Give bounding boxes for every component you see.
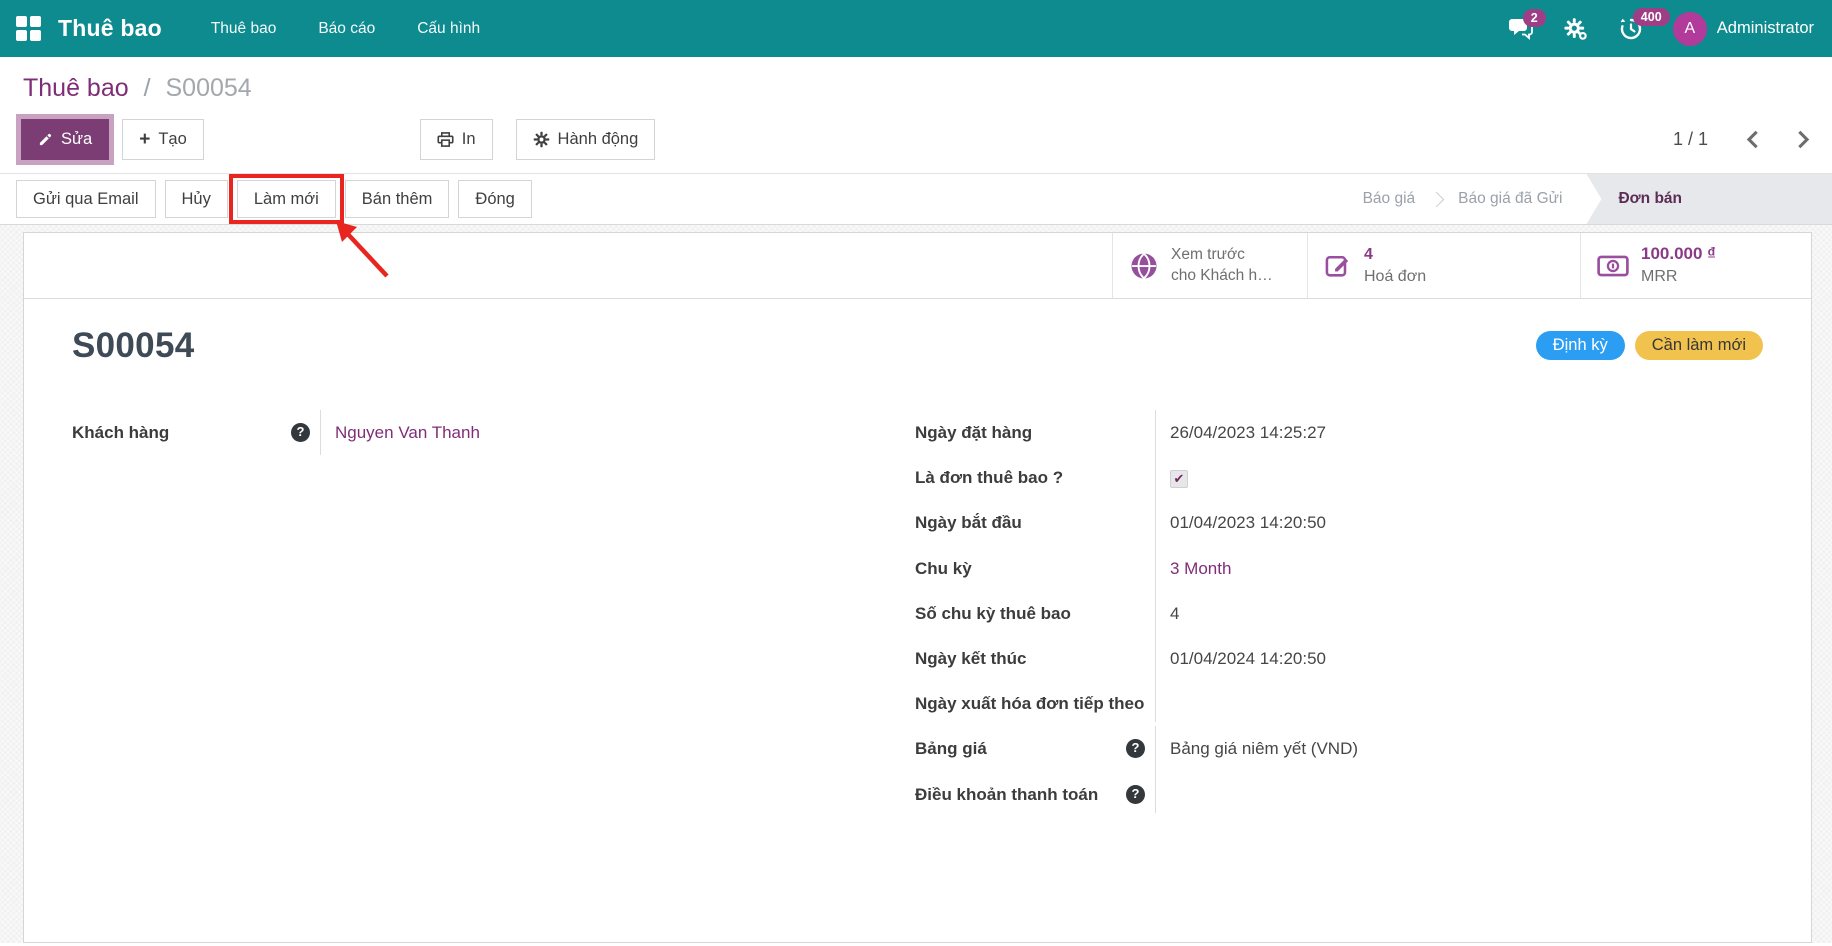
messages-icon[interactable]: 2: [1509, 18, 1533, 40]
action-menu-button[interactable]: Hành động: [516, 119, 656, 160]
pager-next-icon[interactable]: [1797, 130, 1810, 149]
send-email-button[interactable]: Gửi qua Email: [16, 180, 156, 218]
app-brand[interactable]: Thuê bao: [58, 15, 162, 42]
renew-button[interactable]: Làm mới: [237, 180, 336, 218]
status-step-quotation[interactable]: Báo giá: [1347, 174, 1432, 224]
field-row-cycle-count: Số chu kỳ thuê bao 4: [915, 591, 1763, 636]
activities-count-badge: 400: [1633, 8, 1670, 26]
apps-grid-icon[interactable]: [16, 16, 42, 42]
menu-bao-cao[interactable]: Báo cáo: [297, 0, 396, 57]
field-label: Ngày đặt hàng: [915, 419, 1032, 446]
field-value: [1155, 772, 1763, 813]
field-label: Bảng giá: [915, 735, 987, 762]
close-button[interactable]: Đóng: [458, 180, 531, 218]
status-button-bar: Gửi qua Email Hủy Làm mới Bán thêm Đóng …: [0, 173, 1832, 225]
form-sheet: Xem trước cho Khách h… 4 Hoá đơn: [23, 232, 1812, 943]
statusbar: Báo giá Báo giá đã Gửi Đơn bán: [1347, 174, 1832, 224]
edit-button[interactable]: Sửa: [21, 119, 109, 160]
field-value: 4: [1155, 591, 1763, 636]
field-value[interactable]: 3 Month: [1155, 546, 1763, 591]
invoice-count: 4: [1364, 244, 1426, 266]
field-row-start-date: Ngày bắt đầu 01/04/2023 14:20:50: [915, 500, 1763, 545]
pencil-icon: [38, 132, 53, 147]
field-row-next-invoice-date: Ngày xuất hóa đơn tiếp theo: [915, 681, 1763, 726]
avatar: A: [1673, 12, 1707, 46]
field-value: 26/04/2023 14:25:27: [1155, 410, 1763, 455]
field-label: Chu kỳ: [915, 555, 972, 582]
action-gear-icon: [533, 131, 550, 148]
field-label: Số chu kỳ thuê bao: [915, 600, 1071, 627]
help-icon[interactable]: ?: [1126, 785, 1145, 804]
pager: 1 / 1: [1673, 129, 1810, 150]
field-label-customer: Khách hàng: [72, 419, 169, 446]
check-icon: ✔: [1174, 472, 1185, 485]
field-value: Bảng giá niêm yết (VND): [1155, 726, 1763, 771]
control-panel: Sửa + Tạo In Hành động 1 / 1: [0, 111, 1832, 173]
help-icon[interactable]: ?: [291, 423, 310, 442]
status-step-sales-order[interactable]: Đơn bán: [1586, 174, 1832, 224]
mrr-amount: 100.000 ₫: [1641, 243, 1716, 266]
record-tags: Định kỳ Cần làm mới: [1536, 331, 1763, 360]
breadcrumb-current: S00054: [166, 74, 252, 102]
customer-preview-stat-button[interactable]: Xem trước cho Khách h…: [1112, 233, 1307, 298]
field-label: Ngày bắt đầu: [915, 509, 1022, 536]
content-background: Xem trước cho Khách h… 4 Hoá đơn: [0, 225, 1832, 943]
settings-gears-icon[interactable]: [1563, 17, 1589, 41]
status-step-quotation-sent[interactable]: Báo giá đã Gửi: [1442, 174, 1578, 224]
breadcrumb-separator: /: [144, 74, 151, 102]
stat-button-row: Xem trước cho Khách h… 4 Hoá đơn: [24, 233, 1811, 299]
field-value: [1155, 681, 1763, 722]
main-menu: Thuê bao Báo cáo Cấu hình: [190, 0, 501, 57]
field-label: Ngày kết thúc: [915, 645, 1026, 672]
messages-count-badge: 2: [1523, 9, 1546, 27]
tag-to-renew: Cần làm mới: [1635, 331, 1763, 360]
print-button[interactable]: In: [420, 119, 493, 160]
field-row-end-date: Ngày kết thúc 01/04/2024 14:20:50: [915, 636, 1763, 681]
field-label: Là đơn thuê bao ?: [915, 464, 1063, 491]
field-value: 01/04/2024 14:20:50: [1155, 636, 1763, 681]
field-value: 01/04/2023 14:20:50: [1155, 500, 1763, 545]
field-row-customer: Khách hàng ? Nguyen Van Thanh: [72, 410, 915, 455]
field-row-is-subscription: Là đơn thuê bao ? ✔: [915, 455, 1763, 500]
gear-icon: [1563, 17, 1589, 41]
user-menu[interactable]: A Administrator: [1673, 12, 1814, 46]
top-navbar: Thuê bao Thuê bao Báo cáo Cấu hình 2: [0, 0, 1832, 57]
field-row-payment-terms: Điều khoản thanh toán ?: [915, 772, 1763, 817]
field-label: Điều khoản thanh toán: [915, 781, 1098, 808]
money-bill-icon: [1597, 255, 1629, 277]
upsell-button[interactable]: Bán thêm: [345, 180, 450, 218]
menu-thue-bao[interactable]: Thuê bao: [190, 0, 298, 57]
globe-icon: [1129, 251, 1159, 281]
edit-square-icon: [1324, 252, 1352, 280]
invoices-stat-button[interactable]: 4 Hoá đơn: [1307, 233, 1580, 298]
tag-recurring: Định kỳ: [1536, 331, 1625, 360]
breadcrumb-parent[interactable]: Thuê bao: [23, 74, 129, 102]
field-row-period: Chu kỳ 3 Month: [915, 546, 1763, 591]
create-button[interactable]: + Tạo: [122, 119, 204, 160]
field-row-pricelist: Bảng giá ? Bảng giá niêm yết (VND): [915, 726, 1763, 771]
record-title: S00054: [72, 326, 194, 366]
cancel-button[interactable]: Hủy: [165, 180, 228, 218]
field-label: Ngày xuất hóa đơn tiếp theo: [915, 690, 1144, 717]
mrr-stat-button[interactable]: 100.000 ₫ MRR: [1580, 233, 1811, 298]
subscription-checkbox[interactable]: ✔: [1170, 470, 1188, 488]
pager-previous-icon[interactable]: [1746, 130, 1759, 149]
plus-icon: +: [139, 130, 150, 149]
help-icon[interactable]: ?: [1126, 739, 1145, 758]
user-name: Administrator: [1717, 19, 1814, 38]
activities-icon[interactable]: 400: [1619, 17, 1643, 41]
printer-icon: [437, 131, 454, 148]
field-row-order-date: Ngày đặt hàng 26/04/2023 14:25:27: [915, 410, 1763, 455]
field-value-customer[interactable]: Nguyen Van Thanh: [320, 410, 915, 455]
menu-cau-hinh[interactable]: Cấu hình: [396, 0, 501, 57]
pager-value: 1 / 1: [1673, 129, 1708, 150]
breadcrumb: Thuê bao / S00054: [0, 57, 1832, 111]
